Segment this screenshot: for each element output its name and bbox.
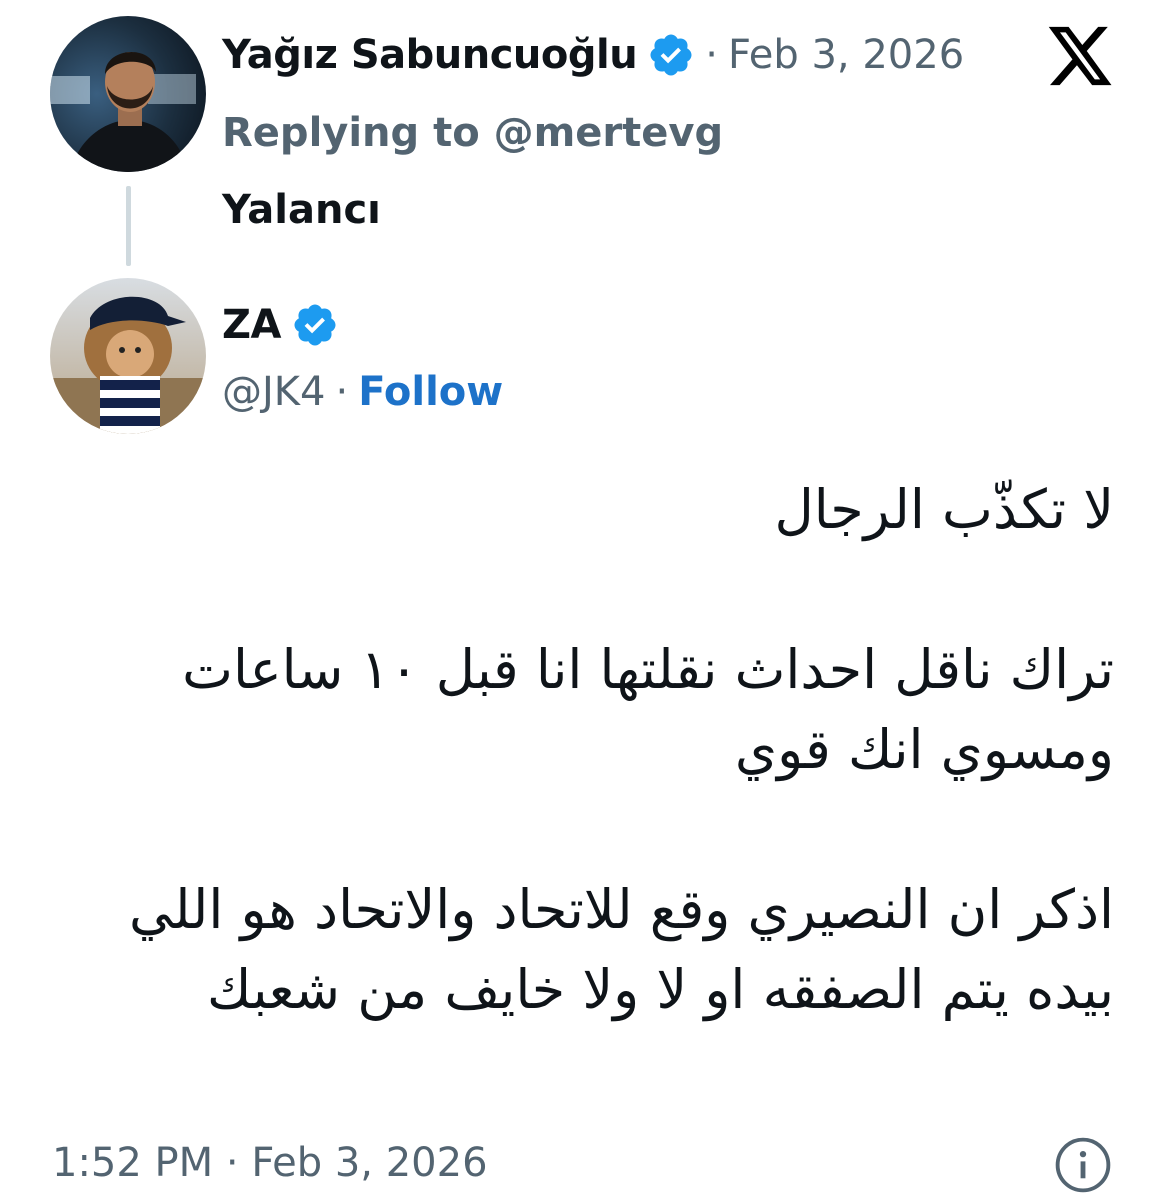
verified-badge-icon [647,31,695,79]
follow-button[interactable]: Follow [358,372,503,412]
info-icon[interactable] [1054,1136,1112,1194]
quoted-header: ZA [222,300,339,350]
tweet-body: لا تكذّب الرجال تراك ناقل احداث نقلتها ا… [54,470,1114,1030]
reply-header: Yağız Sabuncuoğlu · Feb 3, 2026 [222,30,964,80]
reply-separator: · [705,32,718,78]
reply-text: Yalancı [222,187,381,233]
handle-separator: · [335,369,349,415]
quoted-handle-row: @JK4 · Follow [222,372,503,412]
verified-badge-icon [291,301,339,349]
replying-to-text[interactable]: Replying to @mertevg [222,113,723,153]
tweet-paragraph-1: لا تكذّب الرجال [774,478,1114,541]
reply-author-name[interactable]: Yağız Sabuncuoğlu [222,35,638,75]
quoted-author-avatar-image [50,278,206,434]
quoted-handle[interactable]: @JK4 [222,372,325,412]
x-logo-icon[interactable] [1044,24,1116,88]
tweet-timestamp[interactable]: 1:52 PM · Feb 3, 2026 [52,1140,488,1186]
tweet-paragraph-2: تراك ناقل احداث نقلتها انا قبل ١٠ ساعات … [182,638,1114,781]
reply-author-avatar[interactable] [50,16,206,172]
tweet-paragraph-3: اذكر ان النصيري وقع للاتحاد والاتحاد هو … [129,878,1114,1021]
reply-author-avatar-image [50,16,206,172]
quoted-author-name[interactable]: ZA [222,305,281,345]
reply-date[interactable]: Feb 3, 2026 [728,35,964,75]
quoted-author-avatar[interactable] [50,278,206,434]
thread-connector-line [126,186,131,266]
